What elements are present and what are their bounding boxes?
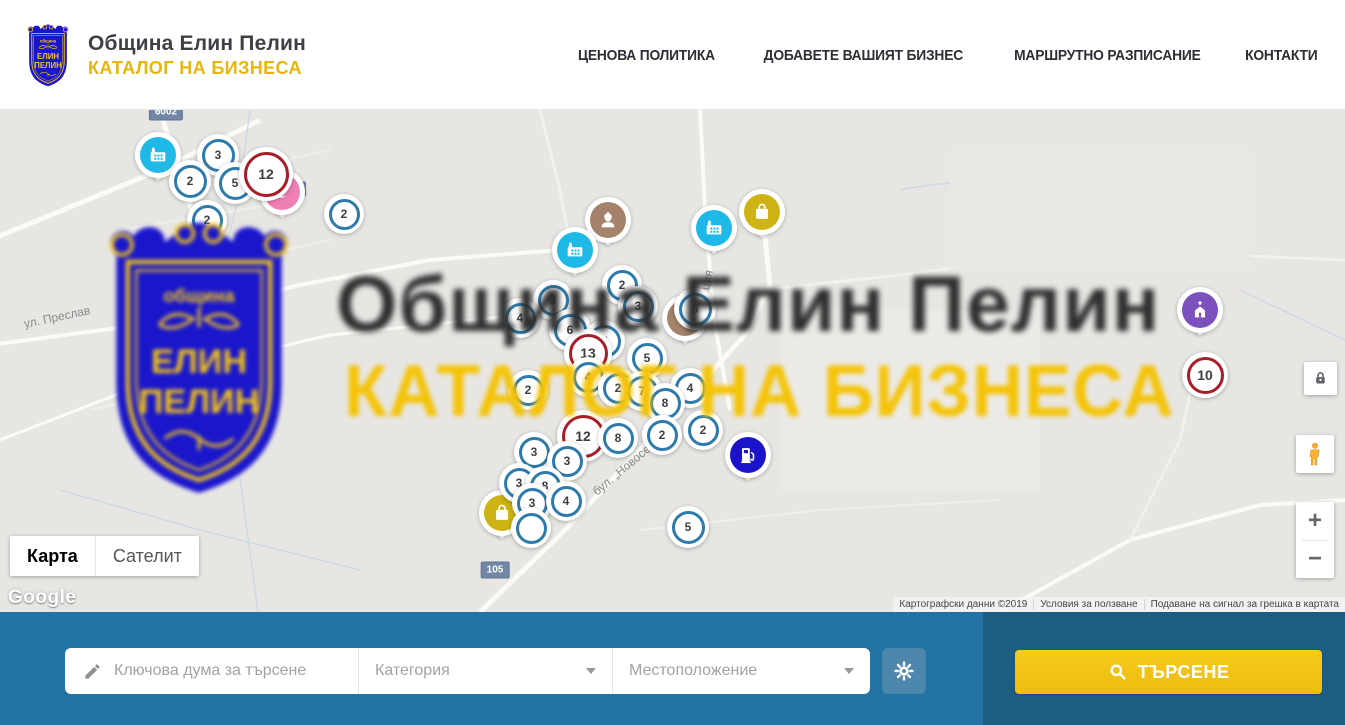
keyword-section: [65, 648, 358, 694]
keyword-search-input[interactable]: [114, 662, 334, 680]
map-type-control: Карта Сателит: [10, 536, 199, 576]
cluster-marker[interactable]: [511, 508, 551, 548]
header: община ЕЛИН ПЕЛИН Община Елин Пелин КАТА…: [0, 0, 1345, 110]
map-pin-church[interactable]: [1177, 287, 1223, 333]
factory-icon: [557, 232, 593, 268]
pegman-control[interactable]: [1296, 435, 1334, 473]
nav-pricing-policy[interactable]: ЦЕНОВА ПОЛИТИКА: [578, 47, 715, 64]
cluster-marker[interactable]: 4: [500, 298, 540, 338]
pegman-icon: [1304, 441, 1326, 467]
cluster-marker[interactable]: 2: [642, 415, 682, 455]
site-subtitle: КАТАЛОГ НА БИЗНЕСА: [88, 58, 306, 79]
map-pin-bag[interactable]: [739, 189, 785, 235]
road-number-badge: 6002: [149, 110, 183, 121]
nav-route-schedule[interactable]: МАРШРУТНО РАЗПИСАНИЕ: [1014, 47, 1201, 64]
cluster-marker[interactable]: 5: [667, 506, 709, 548]
google-map[interactable]: ул. Преславбул. „Новоселция6002105 32512…: [0, 110, 1345, 612]
chevron-down-icon: [844, 668, 854, 674]
zoom-in-button[interactable]: +: [1296, 502, 1334, 540]
factory-icon: [140, 137, 176, 173]
cluster-marker[interactable]: 4: [546, 481, 586, 521]
search-bar: Категория Местоположение: [0, 612, 1345, 725]
advanced-settings-button[interactable]: [882, 648, 926, 694]
cluster-marker[interactable]: 12: [239, 147, 293, 201]
pencil-icon: [83, 662, 102, 681]
svg-text:ЕЛИН: ЕЛИН: [37, 52, 59, 61]
category-dropdown[interactable]: Категория: [358, 648, 612, 694]
category-dropdown-label: Категория: [375, 662, 450, 680]
cluster-marker[interactable]: 2: [508, 370, 548, 410]
svg-text:ПЕЛИН: ПЕЛИН: [34, 61, 62, 70]
search-submit-button[interactable]: ТЪРСЕНЕ: [1015, 650, 1322, 694]
lock-icon: [1312, 370, 1329, 387]
chevron-down-icon: [586, 668, 596, 674]
factory-icon: [696, 210, 732, 246]
main-nav: ЦЕНОВА ПОЛИТИКА ДОБАВЕТЕ ВАШИЯТ БИЗНЕС М…: [572, 0, 1321, 110]
road-number-badge: 105: [481, 562, 510, 579]
bag-icon: [744, 194, 780, 230]
map-pin-factory[interactable]: [552, 227, 598, 273]
svg-text:община: община: [40, 39, 57, 44]
scroll-lock-button[interactable]: [1304, 362, 1337, 395]
nav-contacts[interactable]: КОНТАКТИ: [1246, 47, 1318, 64]
location-dropdown[interactable]: Местоположение: [612, 648, 870, 694]
search-submit-label: ТЪРСЕНЕ: [1138, 662, 1230, 683]
cluster-marker[interactable]: 2: [187, 200, 227, 240]
search-icon: [1108, 662, 1128, 682]
municipality-emblem-icon: община ЕЛИН ПЕЛИН: [22, 22, 74, 88]
cluster-marker[interactable]: 2: [324, 194, 364, 234]
cluster-marker[interactable]: 8: [598, 418, 638, 458]
cluster-marker[interactable]: 3: [618, 286, 658, 326]
fuel-icon: [730, 437, 766, 473]
site-title: Община Елин Пелин: [88, 32, 306, 56]
satellite-view-button[interactable]: Сателит: [95, 536, 199, 576]
map-attribution: Картографски данни ©2019 Условия за полз…: [893, 597, 1345, 612]
church-icon: [1182, 292, 1218, 328]
cluster-marker[interactable]: 5: [674, 288, 716, 330]
zoom-out-button[interactable]: −: [1296, 540, 1334, 578]
cluster-marker[interactable]: 10: [1182, 352, 1228, 398]
map-pin-fuel[interactable]: [725, 432, 771, 478]
site-logo[interactable]: община ЕЛИН ПЕЛИН Община Елин Пелин КАТА…: [22, 22, 306, 88]
map-copyright: Картографски данни ©2019: [893, 599, 1033, 610]
zoom-control: + −: [1296, 502, 1334, 578]
location-dropdown-label: Местоположение: [629, 662, 757, 680]
search-input-group: Категория Местоположение: [65, 648, 870, 694]
report-error-link[interactable]: Подаване на сигнал за грешка в картата: [1144, 599, 1345, 610]
cluster-marker[interactable]: 2: [683, 410, 723, 450]
map-view-button[interactable]: Карта: [10, 536, 95, 576]
cluster-marker[interactable]: 2: [169, 160, 211, 202]
google-logo[interactable]: Google: [8, 587, 76, 609]
terms-link[interactable]: Условия за ползване: [1033, 599, 1143, 610]
map-pin-factory[interactable]: [691, 205, 737, 251]
gear-icon: [893, 660, 915, 682]
nav-add-your-business[interactable]: ДОБАВЕТЕ ВАШИЯТ БИЗНЕС: [764, 47, 963, 64]
